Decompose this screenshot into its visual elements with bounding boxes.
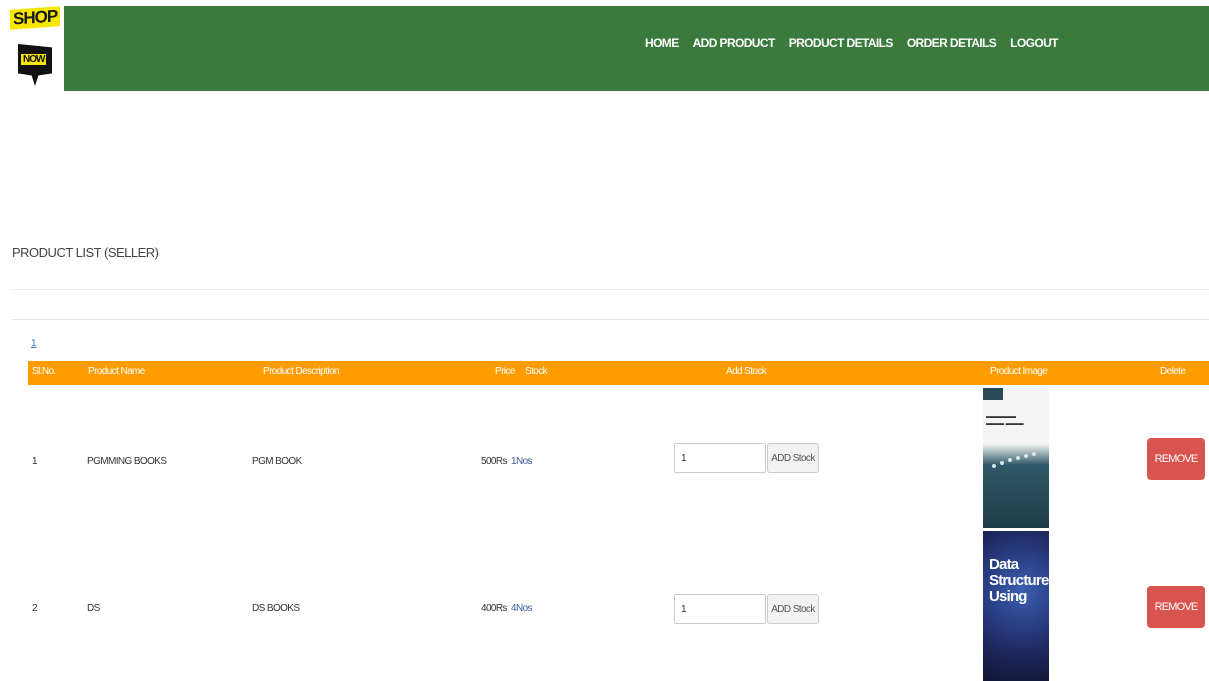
add-stock-quantity-input[interactable] [674,443,766,473]
page-title: PRODUCT LIST (SELLER) [12,245,159,260]
row-stock: 1Nos [511,456,533,467]
navbar: HOME ADD PRODUCT PRODUCT DETAILS ORDER D… [64,6,1209,91]
book-cover-dots [992,452,1036,468]
add-stock-quantity-input[interactable] [674,594,766,624]
book-cover-lines: ▬▬▬▬▬ ▬▬▬ ▬▬▬ [986,414,1024,427]
row-sl-no: 2 [32,603,38,614]
add-stock-button[interactable]: ADD Stock [767,594,819,624]
row-price: 400Rs [481,603,508,614]
book-band [983,388,1003,400]
row-sl-no: 1 [32,456,38,467]
programming-book-cover-image: ▬▬▬▬▬ ▬▬▬ ▬▬▬ [983,388,1049,528]
table-row: 1 PGMMING BOOKS PGM BOOK 500Rs 1Nos ADD … [28,388,1209,530]
col-add-stock: Add Stock [726,366,767,377]
row-product-description: DS BOOKS [252,603,300,614]
logo-shop-text: SHOP [10,6,61,30]
add-stock-button[interactable]: ADD Stock [767,443,819,473]
table-header: Sl.No. Product Name Product Description … [28,361,1209,385]
remove-button[interactable]: REMOVE [1147,438,1205,480]
row-product-name: PGMMING BOOKS [87,456,167,467]
nav-add-product[interactable]: ADD PRODUCT [693,36,776,50]
shop-now-logo[interactable]: SHOP NOW [8,6,64,91]
row-product-description: PGM BOOK [252,456,302,467]
col-delete: Delete [1160,366,1186,377]
logo-now-text: NOW [21,54,47,65]
remove-button[interactable]: REMOVE [1147,586,1205,628]
main-nav: HOME ADD PRODUCT PRODUCT DETAILS ORDER D… [645,36,1058,50]
nav-logout[interactable]: LOGOUT [1010,36,1058,50]
divider [12,319,1209,320]
page-link[interactable]: 1 [31,338,37,349]
row-stock: 4Nos [511,603,533,614]
site-header: SHOP NOW HOME ADD PRODUCT PRODUCT DETAIL… [8,6,1209,91]
nav-order-details[interactable]: ORDER DETAILS [907,36,997,50]
col-product-image: Product Image [990,366,1048,377]
table-row: 2 DS DS BOOKS 400Rs 4Nos ADD Stock Data … [28,531,1209,681]
col-stock: Stock [525,366,548,377]
nav-home[interactable]: HOME [645,36,679,50]
row-product-name: DS [87,603,100,614]
col-price: Price [495,366,515,377]
data-structure-book-cover-image: Data Structure Using [983,531,1049,681]
col-product-description: Product Description [263,366,339,377]
logo-badge: NOW [18,44,52,86]
row-price: 500Rs [481,456,508,467]
col-product-name: Product Name [88,366,145,377]
book-cover-title: Data Structure Using [989,556,1049,605]
divider [12,289,1209,290]
nav-product-details[interactable]: PRODUCT DETAILS [789,36,894,50]
col-sl-no: Sl.No. [32,366,56,377]
